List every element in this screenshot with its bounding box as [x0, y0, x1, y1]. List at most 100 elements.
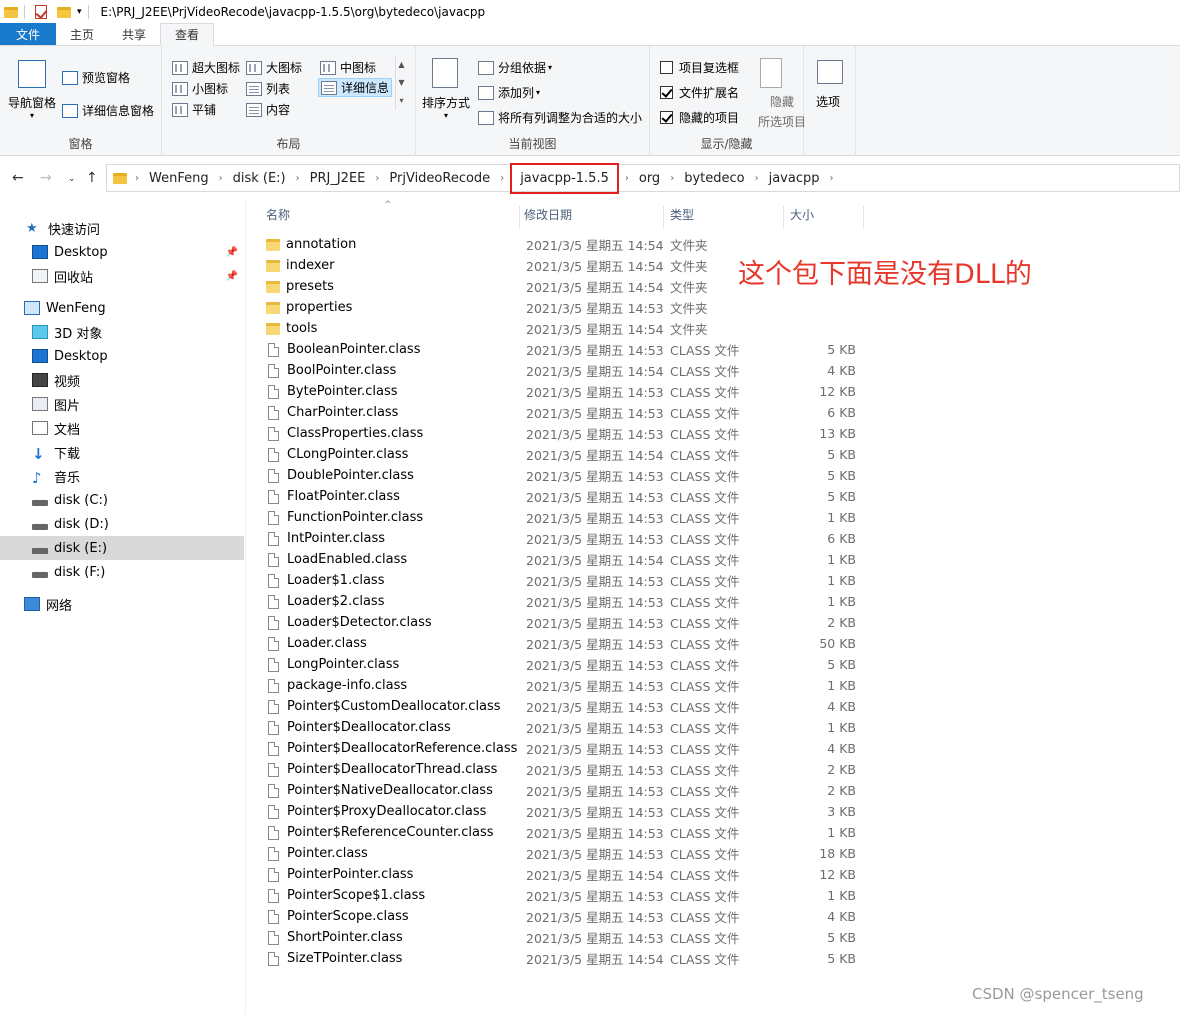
sidebar-item-desktop-pinned[interactable]: Desktop 📌 — [0, 240, 244, 264]
breadcrumb-javacpp[interactable]: javacpp — [763, 171, 826, 186]
sidebar-item-videos[interactable]: 视频 — [0, 368, 244, 392]
sidebar-item-recycle-bin[interactable]: 回收站 📌 — [0, 264, 244, 288]
table-row[interactable]: BooleanPointer.class 2021/3/5 星期五 14:53 CL… — [246, 339, 1180, 360]
sidebar-item-quick-access[interactable]: ★ 快速访问 — [0, 216, 244, 240]
file-name-cell[interactable]: Pointer$DeallocatorThread.class — [266, 762, 497, 777]
chevron-right-icon[interactable]: › — [292, 173, 304, 184]
file-name-cell[interactable]: Pointer$ProxyDeallocator.class — [266, 804, 486, 819]
sidebar-item-disk-e[interactable]: disk (E:) — [0, 536, 244, 560]
file-name-cell[interactable]: LongPointer.class — [266, 657, 399, 672]
file-name-cell[interactable]: tools — [266, 321, 317, 336]
back-arrow-icon[interactable]: ← — [12, 170, 24, 186]
table-row[interactable]: PointerScope$1.class 2021/3/5 星期五 14:53 CL… — [246, 885, 1180, 906]
up-arrow-icon[interactable]: ↑ — [86, 170, 98, 186]
quick-access-dropdown-icon[interactable]: ▾ — [77, 7, 82, 17]
table-row[interactable]: PointerScope.class 2021/3/5 星期五 14:53 CLAS… — [246, 906, 1180, 927]
table-row[interactable]: IntPointer.class 2021/3/5 星期五 14:53 CLASS … — [246, 528, 1180, 549]
column-header-name[interactable]: 名称 — [264, 206, 520, 228]
file-name-cell[interactable]: Pointer.class — [266, 846, 368, 861]
file-name-cell[interactable]: BoolPointer.class — [266, 363, 396, 378]
file-name-cell[interactable]: FloatPointer.class — [266, 489, 400, 504]
nav-pane-button[interactable]: 导航窗格 ▾ — [8, 94, 56, 120]
file-name-cell[interactable]: annotation — [266, 237, 356, 252]
checkbox[interactable] — [660, 61, 673, 74]
file-name-cell[interactable]: package-info.class — [266, 678, 407, 693]
sidebar-item-music[interactable]: ♪ 音乐 — [0, 464, 244, 488]
hide-selected-button[interactable]: 隐藏 所选项目 — [758, 93, 806, 130]
details-pane-button[interactable]: 详细信息窗格 — [62, 102, 154, 119]
file-name-cell[interactable]: Pointer$CustomDeallocator.class — [266, 699, 501, 714]
file-name-cell[interactable]: Pointer$NativeDeallocator.class — [266, 783, 493, 798]
recent-locations-chevron-icon[interactable]: ⌄ — [68, 174, 76, 184]
tab-view[interactable]: 查看 — [160, 23, 215, 46]
table-row[interactable]: CharPointer.class 2021/3/5 星期五 14:53 CLASS… — [246, 402, 1180, 423]
table-row[interactable]: Pointer$Deallocator.class 2021/3/5 星期五 14… — [246, 717, 1180, 738]
table-row[interactable]: Pointer$DeallocatorThread.class 2021/3/5 … — [246, 759, 1180, 780]
file-name-cell[interactable]: properties — [266, 300, 352, 315]
file-name-cell[interactable]: Loader.class — [266, 636, 367, 651]
file-name-cell[interactable]: CLongPointer.class — [266, 447, 408, 462]
file-name-cell[interactable]: LoadEnabled.class — [266, 552, 407, 567]
add-columns-button[interactable]: 添加列 ▾ — [478, 84, 540, 101]
breadcrumb-disk-e[interactable]: disk (E:) — [227, 171, 292, 186]
chevron-right-icon[interactable]: › — [825, 173, 837, 184]
layout-tiles[interactable]: 平铺 — [172, 101, 216, 118]
table-row[interactable]: Loader$2.class 2021/3/5 星期五 14:53 CLASS 文件… — [246, 591, 1180, 612]
file-extensions-toggle[interactable]: 文件扩展名 — [660, 84, 739, 101]
tab-share[interactable]: 共享 — [108, 23, 160, 45]
sidebar-item-disk-f[interactable]: disk (F:) — [0, 560, 244, 584]
breadcrumb-org[interactable]: org — [633, 171, 666, 186]
layout-extra-large-icons[interactable]: 超大图标 — [172, 59, 240, 76]
table-row[interactable]: LongPointer.class 2021/3/5 星期五 14:53 CLASS… — [246, 654, 1180, 675]
table-row[interactable]: tools 2021/3/5 星期五 14:54 文件夹 — [246, 318, 1180, 339]
tab-home[interactable]: 主页 — [56, 23, 108, 45]
file-name-cell[interactable]: Loader$Detector.class — [266, 615, 432, 630]
column-header-type[interactable]: 类型 — [668, 206, 784, 228]
breadcrumb-javacpp-highlighted[interactable]: javacpp-1.5.5 — [510, 162, 619, 194]
sort-by-button[interactable]: 排序方式 ▾ — [422, 94, 470, 120]
group-by-button[interactable]: 分组依据 ▾ — [478, 59, 552, 76]
table-row[interactable]: presets 2021/3/5 星期五 14:54 文件夹 — [246, 276, 1180, 297]
layout-medium-icons[interactable]: 中图标 — [320, 59, 376, 76]
preview-pane-button[interactable]: 预览窗格 — [62, 69, 130, 86]
file-name-cell[interactable]: IntPointer.class — [266, 531, 385, 546]
chevron-right-icon[interactable]: › — [215, 173, 227, 184]
checkbox-checked[interactable] — [660, 86, 673, 99]
table-row[interactable]: Pointer$ReferenceCounter.class 2021/3/5 星… — [246, 822, 1180, 843]
table-row[interactable]: Loader.class 2021/3/5 星期五 14:53 CLASS 文件 50… — [246, 633, 1180, 654]
file-name-cell[interactable]: PointerPointer.class — [266, 867, 413, 882]
table-row[interactable]: Pointer$NativeDeallocator.class 2021/3/5 … — [246, 780, 1180, 801]
chevron-right-icon[interactable]: › — [666, 173, 678, 184]
table-row[interactable]: Pointer$CustomDeallocator.class 2021/3/5 … — [246, 696, 1180, 717]
sidebar-item-documents[interactable]: 文档 — [0, 416, 244, 440]
sidebar-item-disk-c[interactable]: disk (C:) — [0, 488, 244, 512]
file-name-cell[interactable]: Pointer$Deallocator.class — [266, 720, 451, 735]
sidebar-item-desktop[interactable]: Desktop — [0, 344, 244, 368]
layout-gallery-scroll[interactable]: ▲ ▼ ▾ — [395, 56, 407, 110]
layout-list[interactable]: 列表 — [246, 80, 290, 97]
file-name-cell[interactable]: indexer — [266, 258, 335, 273]
sidebar-item-this-pc[interactable]: WenFeng — [0, 296, 244, 320]
layout-content[interactable]: 内容 — [246, 101, 290, 118]
pin-icon[interactable]: 📌 — [226, 247, 238, 258]
chevron-right-icon[interactable]: › — [131, 173, 143, 184]
table-row[interactable]: SizeTPointer.class 2021/3/5 星期五 14:54 CLAS… — [246, 948, 1180, 969]
options-button[interactable]: 选项 — [816, 93, 840, 110]
file-name-cell[interactable]: Loader$1.class — [266, 573, 384, 588]
table-row[interactable]: FunctionPointer.class 2021/3/5 星期五 14:53 C… — [246, 507, 1180, 528]
file-name-cell[interactable]: ClassProperties.class — [266, 426, 423, 441]
file-name-cell[interactable]: PointerScope$1.class — [266, 888, 425, 903]
layout-large-icons[interactable]: 大图标 — [246, 59, 302, 76]
file-name-cell[interactable]: DoublePointer.class — [266, 468, 414, 483]
table-row[interactable]: properties 2021/3/5 星期五 14:53 文件夹 — [246, 297, 1180, 318]
breadcrumb-prj-j2ee[interactable]: PRJ_J2EE — [304, 171, 372, 186]
table-row[interactable]: FloatPointer.class 2021/3/5 星期五 14:53 CLAS… — [246, 486, 1180, 507]
file-name-cell[interactable]: Pointer$DeallocatorReference.class — [266, 741, 517, 756]
chevron-right-icon[interactable]: › — [496, 173, 508, 184]
file-name-cell[interactable]: CharPointer.class — [266, 405, 398, 420]
address-bar[interactable]: › WenFeng › disk (E:) › PRJ_J2EE › PrjVi… — [106, 162, 1180, 194]
file-name-cell[interactable]: BytePointer.class — [266, 384, 398, 399]
chevron-right-icon[interactable]: › — [371, 173, 383, 184]
column-header-size[interactable]: 大小 — [788, 206, 864, 228]
file-name-cell[interactable]: FunctionPointer.class — [266, 510, 423, 525]
